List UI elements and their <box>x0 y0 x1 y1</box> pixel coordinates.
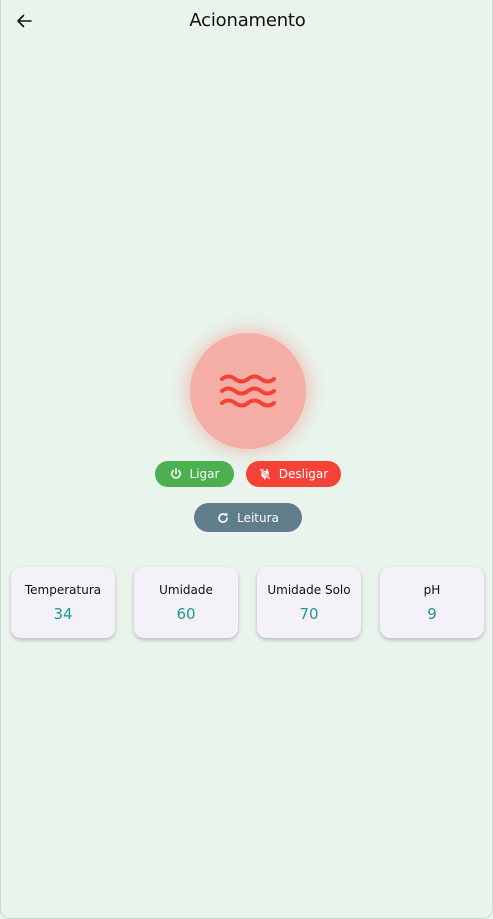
turn-on-button[interactable]: Ligar <box>155 461 234 487</box>
sensor-label: Umidade Solo <box>267 583 351 597</box>
sensor-value: 70 <box>299 605 319 623</box>
power-off-icon <box>259 468 271 480</box>
power-icon <box>170 468 181 479</box>
sensor-value: 9 <box>427 605 437 623</box>
sensor-label: Umidade <box>159 583 213 597</box>
sensor-cards: Temperatura 34 Umidade 60 Umidade Solo 7… <box>11 567 485 639</box>
sensor-value: 60 <box>176 605 196 623</box>
read-button[interactable]: Leitura <box>194 503 302 532</box>
sensor-card-ph: pH 9 <box>380 567 484 638</box>
sensor-label: pH <box>423 583 441 597</box>
turn-off-label: Desligar <box>278 467 329 481</box>
app-bar: Acionamento <box>1 0 493 42</box>
sensor-card-humidity: Umidade 60 <box>134 567 238 638</box>
turn-off-button[interactable]: Desligar <box>246 461 341 487</box>
sensor-card-temperature: Temperatura 34 <box>11 567 115 638</box>
sensor-value: 34 <box>53 605 73 623</box>
read-label: Leitura <box>237 510 279 525</box>
water-waves-icon <box>220 374 276 408</box>
pump-status-indicator <box>190 333 306 449</box>
turn-on-label: Ligar <box>189 467 220 481</box>
sensor-card-soil-humidity: Umidade Solo 70 <box>257 567 361 638</box>
page-title: Acionamento <box>189 10 306 31</box>
refresh-icon <box>218 512 228 523</box>
sensor-label: Temperatura <box>24 583 102 597</box>
